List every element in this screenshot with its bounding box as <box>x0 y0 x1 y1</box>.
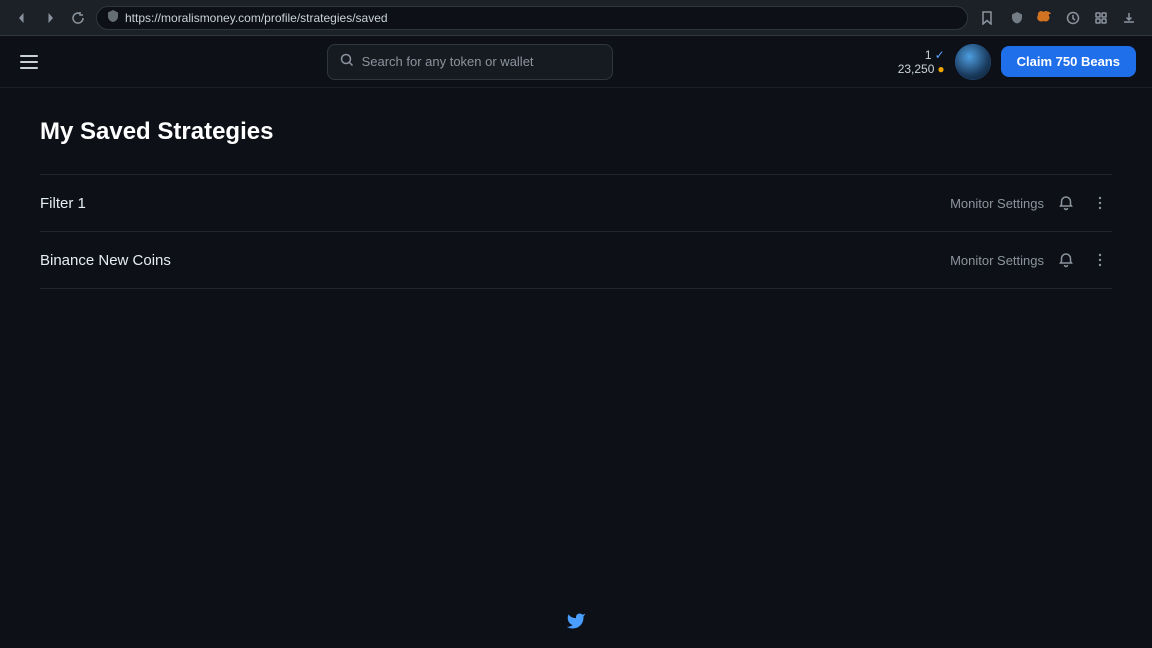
strategy-row: Filter 1 Monitor Settings <box>40 175 1112 232</box>
download-extension-button[interactable] <box>1118 7 1140 29</box>
browser-chrome: https://moralismoney.com/profile/strateg… <box>0 0 1152 36</box>
forward-button[interactable] <box>40 8 60 28</box>
main-content: My Saved Strategies Filter 1 Monitor Set… <box>0 88 1152 319</box>
monitor-settings-label: Monitor Settings <box>950 196 1044 211</box>
strategy-name: Filter 1 <box>40 195 86 212</box>
check-icon: ✓ <box>935 48 945 62</box>
hamburger-line <box>20 55 38 57</box>
fox-extension-button[interactable] <box>1034 7 1056 29</box>
strategy-name: Binance New Coins <box>40 252 171 269</box>
avatar[interactable] <box>955 44 991 80</box>
puzzle-extension-button[interactable] <box>1090 7 1112 29</box>
strategy-list: Filter 1 Monitor Settings <box>40 174 1112 289</box>
url-text: https://moralismoney.com/profile/strateg… <box>125 11 388 25</box>
page-title: My Saved Strategies <box>40 118 1112 146</box>
claim-beans-button[interactable]: Claim 750 Beans <box>1001 46 1136 77</box>
header-right-section: 1 ✓ 23,250 ● Claim 750 Beans <box>898 44 1136 80</box>
back-button[interactable] <box>12 8 32 28</box>
strategy-actions: Monitor Settings <box>950 191 1112 215</box>
beans-counter: 1 ✓ 23,250 ● <box>898 48 945 76</box>
monitor-bell-button[interactable] <box>1054 248 1078 272</box>
twitter-icon[interactable] <box>566 615 586 635</box>
more-options-button[interactable] <box>1088 248 1112 272</box>
beans-count: 1 <box>925 48 932 62</box>
bookmark-button[interactable] <box>976 7 998 29</box>
hamburger-line <box>20 67 38 69</box>
browser-extension-buttons <box>1006 7 1140 29</box>
url-bar[interactable]: https://moralismoney.com/profile/strateg… <box>96 6 968 30</box>
monitor-bell-button[interactable] <box>1054 191 1078 215</box>
shield-extension-button[interactable] <box>1006 7 1028 29</box>
refresh-button[interactable] <box>68 8 88 28</box>
coin-icon: ● <box>937 62 944 76</box>
search-bar[interactable]: Search for any token or wallet <box>327 44 614 80</box>
security-icon <box>107 10 119 25</box>
hamburger-line <box>20 61 38 63</box>
clock-extension-button[interactable] <box>1062 7 1084 29</box>
more-options-button[interactable] <box>1088 191 1112 215</box>
hamburger-menu-button[interactable] <box>16 51 42 73</box>
strategy-row: Binance New Coins Monitor Settings <box>40 232 1112 289</box>
app-header: Search for any token or wallet 1 ✓ 23,25… <box>0 36 1152 88</box>
search-placeholder-text: Search for any token or wallet <box>362 54 534 69</box>
beans-amount: 23,250 <box>898 62 935 76</box>
monitor-settings-label: Monitor Settings <box>950 253 1044 268</box>
search-icon <box>340 53 354 70</box>
footer <box>566 611 586 636</box>
strategy-actions: Monitor Settings <box>950 248 1112 272</box>
avatar-image <box>955 44 991 80</box>
